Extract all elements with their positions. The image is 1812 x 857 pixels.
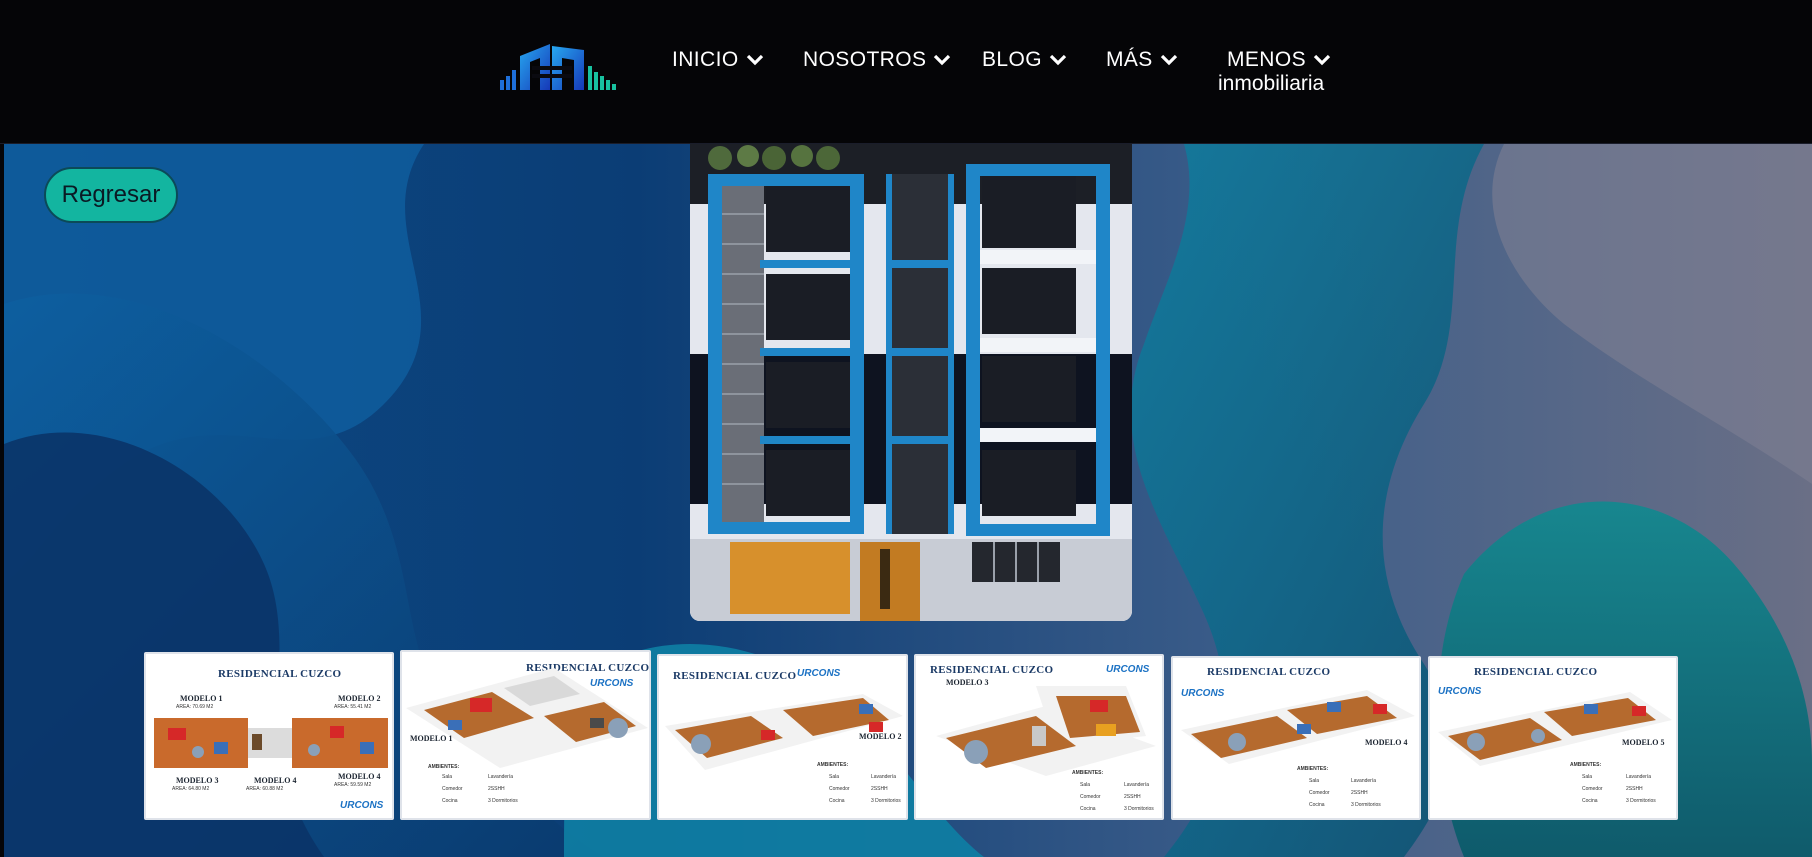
- nav-item-label: INICIO: [672, 48, 739, 71]
- room-item: 2SSHH: [488, 786, 505, 792]
- floorplan-3d-image: [665, 694, 903, 770]
- room-item: Cocina: [442, 798, 458, 804]
- brand-logo-text: URCONS: [1106, 664, 1150, 675]
- model-label: MODELO 5: [1622, 738, 1665, 747]
- model-label: MODELO 1: [410, 734, 453, 743]
- room-item: 3 Dormitorios: [871, 798, 901, 804]
- room-item: 2SSHH: [871, 786, 888, 792]
- brand-logo-text: URCONS: [340, 800, 384, 811]
- building-render-image: [690, 144, 1132, 621]
- room-item: Cocina: [1582, 798, 1598, 804]
- model-label: MODELO 2: [859, 732, 902, 741]
- room-item: Sala: [1309, 778, 1320, 784]
- chevron-down-icon: [1313, 54, 1331, 66]
- model-label: MODELO 4: [254, 776, 297, 785]
- back-button[interactable]: Regresar: [44, 167, 178, 223]
- room-item: 2SSHH: [1351, 790, 1368, 796]
- nav-item-label: MENOS: [1227, 48, 1307, 71]
- room-item: Comedor: [1582, 786, 1603, 792]
- brand-logo-text: URCONS: [797, 668, 841, 679]
- chevron-down-icon: [1160, 54, 1177, 66]
- model-label: MODELO 3: [176, 776, 219, 785]
- room-item: Lavandería: [871, 774, 897, 780]
- room-item: 3 Dormitorios: [1351, 802, 1381, 808]
- thumbnail-modelo-5[interactable]: RESIDENCIAL CUZCO URCONS MODELO 5 AMBIEN…: [1428, 656, 1678, 820]
- room-item: 3 Dormitorios: [1626, 798, 1656, 804]
- model-label: MODELO 2: [338, 694, 381, 703]
- room-item: Sala: [442, 774, 453, 780]
- room-item: Lavandería: [1124, 782, 1150, 788]
- company-logo[interactable]: [498, 36, 622, 98]
- room-item: Lavandería: [1626, 774, 1652, 780]
- thumbnail-title: RESIDENCIAL CUZCO: [1207, 666, 1331, 678]
- nav-item-label: MÁS: [1106, 48, 1153, 71]
- room-item: Lavandería: [1351, 778, 1377, 784]
- thumbnail-title: RESIDENCIAL CUZCO: [218, 668, 342, 680]
- room-item: Sala: [1582, 774, 1593, 780]
- thumbnail-modelo-4[interactable]: RESIDENCIAL CUZCO URCONS MODELO 4 AMBIEN…: [1171, 656, 1421, 820]
- chevron-down-icon: [746, 54, 763, 66]
- room-item: 2SSHH: [1124, 794, 1141, 800]
- room-item: Comedor: [829, 786, 850, 792]
- room-item: 2SSHH: [1626, 786, 1643, 792]
- model-label: MODELO 1: [180, 694, 223, 703]
- floorplan-3d-image: [1181, 690, 1415, 764]
- room-item: Sala: [829, 774, 840, 780]
- nav-item-label: NOSOTROS: [803, 48, 927, 71]
- ambientes-label: AMBIENTES:: [817, 762, 849, 768]
- nav-item-mas[interactable]: MÁS: [1106, 48, 1179, 72]
- ambientes-label: AMBIENTES:: [1297, 766, 1329, 772]
- area-label: AREA: 59.59 M2: [334, 782, 372, 788]
- area-label: AREA: 64.80 M2: [172, 786, 210, 792]
- floorplan-3d-image: [406, 668, 648, 768]
- nav-item-menos[interactable]: MENOS: [1227, 48, 1332, 72]
- model-label: MODELO 4: [1365, 738, 1408, 747]
- thumbnail-modelo-2[interactable]: RESIDENCIAL CUZCO URCONS MODELO 2 AMBIEN…: [657, 654, 908, 820]
- room-item: Cocina: [1309, 802, 1325, 808]
- ambientes-label: AMBIENTES:: [1072, 770, 1104, 776]
- room-item: 3 Dormitorios: [1124, 806, 1154, 812]
- area-label: AREA: 70.69 M2: [176, 704, 214, 710]
- thumbnail-floorplans-overview[interactable]: RESIDENCIAL CUZCO MODELO 1 AREA: 70.69 M…: [144, 652, 394, 820]
- room-item: Sala: [1080, 782, 1091, 788]
- thumbnail-modelo-1[interactable]: RESIDENCIAL CUZCO URCONS MODELO 1 AMBIEN…: [400, 650, 651, 820]
- room-item: Lavandería: [488, 774, 514, 780]
- floorplan-overview-image: [154, 718, 388, 768]
- floorplan-3d-image: [936, 686, 1156, 776]
- model-label: MODELO 4: [338, 772, 381, 781]
- ambientes-label: AMBIENTES:: [428, 764, 460, 770]
- chevron-down-icon: [1049, 54, 1067, 66]
- room-item: Comedor: [1080, 794, 1101, 800]
- chevron-down-icon: [934, 54, 951, 66]
- thumbnail-title: RESIDENCIAL CUZCO: [673, 670, 797, 682]
- area-label: AREA: 55.41 M2: [334, 704, 372, 710]
- nav-item-blog[interactable]: BLOG: [982, 48, 1068, 72]
- site-header: INICIO NOSOTROS BLOG MÁS MENOS inmobilia…: [0, 0, 1812, 144]
- thumbnail-title: RESIDENCIAL CUZCO: [930, 664, 1054, 676]
- room-item: Cocina: [829, 798, 845, 804]
- building-photo[interactable]: [690, 144, 1132, 621]
- nav-item-inicio[interactable]: INICIO: [672, 48, 765, 72]
- area-label: AREA: 60.88 M2: [246, 786, 284, 792]
- nav-item-label: BLOG: [982, 48, 1042, 71]
- floorplan-3d-image: [1438, 692, 1672, 766]
- thumbnail-title: RESIDENCIAL CUZCO: [1474, 666, 1598, 678]
- room-item: 3 Dormitorios: [488, 798, 518, 804]
- room-item: Cocina: [1080, 806, 1096, 812]
- room-item: Comedor: [442, 786, 463, 792]
- nav-item-nosotros[interactable]: NOSOTROS: [803, 48, 952, 72]
- nav-item-menos-subtitle: inmobiliaria: [1218, 72, 1325, 95]
- room-item: Comedor: [1309, 790, 1330, 796]
- ambientes-label: AMBIENTES:: [1570, 762, 1602, 768]
- thumbnail-modelo-3[interactable]: RESIDENCIAL CUZCO URCONS MODELO 3 AMBIEN…: [914, 654, 1164, 820]
